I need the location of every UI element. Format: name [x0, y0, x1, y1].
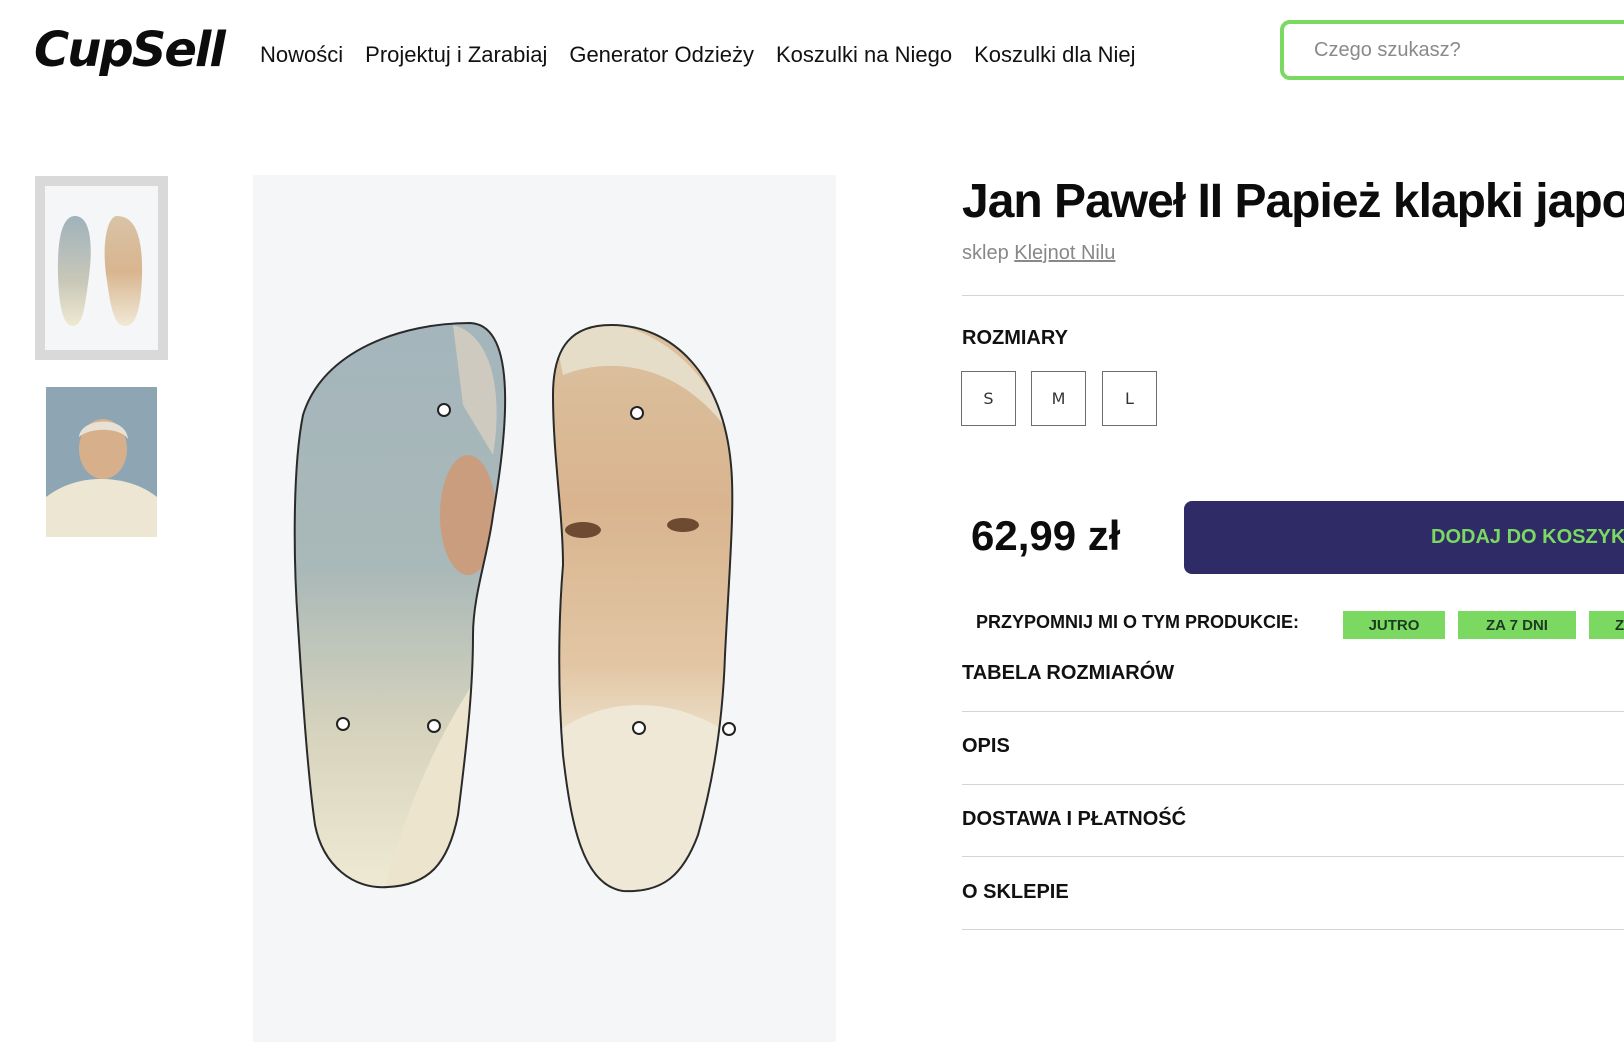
accordion-label: OPIS: [962, 735, 1010, 757]
remind-more-button[interactable]: Z: [1589, 611, 1624, 639]
accordion-label: DOSTAWA I PŁATNOŚĆ: [962, 808, 1187, 830]
main-nav: Nowości Projektuj i Zarabiaj Generator O…: [260, 38, 1157, 72]
accordion-description[interactable]: OPIS: [962, 712, 1624, 784]
divider: [962, 295, 1624, 296]
size-button-s[interactable]: S: [961, 371, 1016, 426]
search-box: [1280, 20, 1624, 80]
sizes-label: ROZMIARY: [962, 327, 1068, 349]
nav-item-nowosci[interactable]: Nowości: [260, 38, 343, 72]
remind-7-days-button[interactable]: ZA 7 DNI: [1458, 611, 1576, 639]
search-input[interactable]: [1284, 24, 1624, 76]
product-main-image: [253, 175, 836, 1042]
remind-label: PRZYPOMNIJ MI O TYM PRODUKCIE:: [976, 612, 1300, 632]
accordion-label: TABELA ROZMIARÓW: [962, 662, 1175, 684]
cupsell-logo[interactable]: CupSell: [34, 20, 226, 80]
accordion-delivery-payment[interactable]: DOSTAWA I PŁATNOŚĆ: [962, 785, 1624, 857]
shop-line: sklep Klejnot Nilu: [962, 242, 1115, 265]
accordion-label: O SKLEPIE: [962, 881, 1069, 903]
size-button-l[interactable]: L: [1102, 371, 1157, 426]
flip-flops-image: [293, 321, 736, 893]
accordion-about-shop[interactable]: O SKLEPIE: [962, 857, 1624, 929]
nav-item-koszulki-dla-niej[interactable]: Koszulki dla Niej: [974, 38, 1135, 72]
flip-flops-thumbnail-image: [57, 216, 143, 326]
product-price: 62,99 zł: [971, 512, 1121, 559]
remind-tomorrow-button[interactable]: JUTRO: [1343, 611, 1445, 639]
add-to-cart-button[interactable]: DODAJ DO KOSZYK: [1184, 501, 1624, 574]
thumbnail-flip-flops[interactable]: [35, 176, 168, 360]
product-title: Jan Paweł II Papież klapki japon: [962, 175, 1624, 228]
divider: [962, 929, 1624, 930]
size-button-m[interactable]: M: [1031, 371, 1086, 426]
portrait-thumbnail-image: [46, 387, 157, 537]
shop-link[interactable]: Klejnot Nilu: [1014, 242, 1115, 264]
shop-prefix: sklep: [962, 242, 1009, 264]
thumbnail-portrait[interactable]: [46, 387, 157, 537]
nav-item-projektuj[interactable]: Projektuj i Zarabiaj: [365, 38, 547, 72]
nav-item-koszulki-na-niego[interactable]: Koszulki na Niego: [776, 38, 952, 72]
nav-item-generator[interactable]: Generator Odzieży: [569, 38, 754, 72]
